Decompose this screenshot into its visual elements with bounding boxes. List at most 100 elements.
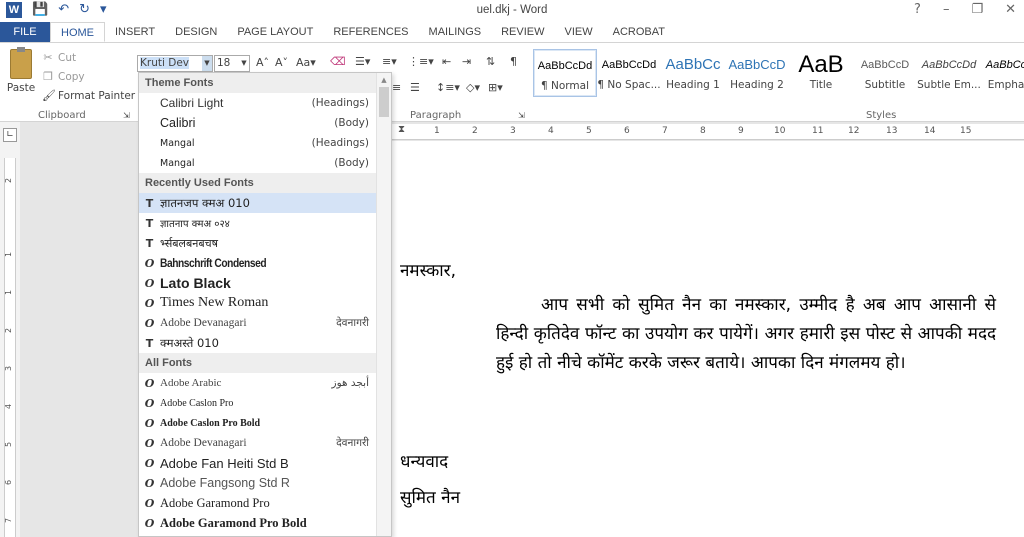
tab-references[interactable]: REFERENCES bbox=[323, 22, 418, 42]
document-page[interactable]: नमस्कार, आप सभी को सुमित नैन का नमस्कार,… bbox=[392, 141, 1024, 537]
minimize-icon[interactable]: – bbox=[943, 2, 950, 17]
tab-home[interactable]: HOME bbox=[50, 22, 105, 42]
font-option-lato-black[interactable]: O Lato Black bbox=[139, 273, 391, 293]
numbering-icon[interactable]: ≡▾ bbox=[382, 55, 397, 68]
style-sample: AaBbCcD bbox=[860, 59, 910, 71]
style-subtitle[interactable]: AaBbCcD Subtitle bbox=[853, 49, 917, 97]
copy-icon: ❐ bbox=[43, 70, 53, 83]
font-option-adobe-caslon-pro-bold[interactable]: O Adobe Caslon Pro Bold bbox=[139, 413, 391, 433]
dialog-launcher-icon[interactable]: ⇲ bbox=[123, 111, 130, 120]
ruler-number: 1 bbox=[4, 251, 14, 258]
font-option-mangal-body[interactable]: Mangal (Body) bbox=[139, 153, 391, 173]
align-left-icon[interactable]: ≡ bbox=[392, 81, 401, 94]
help-icon[interactable]: ? bbox=[914, 2, 921, 17]
dialog-launcher-icon[interactable]: ⇲ bbox=[518, 111, 525, 120]
format-painter-button[interactable]: 🖌 Format Painter bbox=[42, 89, 135, 102]
shading-icon[interactable]: ◇▾ bbox=[466, 81, 480, 94]
sort-icon[interactable]: ⇅ bbox=[486, 55, 495, 68]
tab-mailings[interactable]: MAILINGS bbox=[419, 22, 492, 42]
font-name-box[interactable]: Kruti Dev 010 ▼ bbox=[137, 55, 213, 84]
tab-insert[interactable]: INSERT bbox=[105, 22, 165, 42]
font-option-adobe-caslon-pro[interactable]: O Adobe Caslon Pro bbox=[139, 393, 391, 413]
doc-body-text: आप सभी को सुमित नैन का नमस्कार, उम्मीद ह… bbox=[496, 295, 996, 373]
opentype-icon: O bbox=[144, 256, 155, 270]
ruler-number: 9 bbox=[738, 126, 744, 136]
multilevel-list-icon[interactable]: ⋮≡▾ bbox=[408, 55, 434, 68]
tab-file[interactable]: FILE bbox=[0, 22, 50, 42]
horizontal-ruler: ⧗ 1 2 3 4 5 6 7 8 9 10 11 12 13 14 15 bbox=[392, 124, 1024, 140]
font-option-adobe-arabic[interactable]: O Adobe Arabic أبجد هوز bbox=[139, 373, 391, 393]
truetype-icon: T bbox=[145, 216, 154, 230]
dropdown-scrollbar[interactable]: ▲ bbox=[376, 73, 391, 536]
show-formatting-icon[interactable]: ¶ bbox=[510, 55, 517, 68]
close-icon[interactable]: ✕ bbox=[1005, 2, 1016, 17]
bullets-icon[interactable]: ☰▾ bbox=[355, 55, 370, 68]
restore-icon[interactable]: ❐ bbox=[971, 2, 983, 17]
line-spacing-icon[interactable]: ↕≡▾ bbox=[436, 81, 460, 94]
tab-selector-button[interactable]: ∟ bbox=[3, 128, 17, 142]
font-option-tag: देवनागरी bbox=[336, 437, 369, 449]
tab-review[interactable]: REVIEW bbox=[491, 22, 554, 42]
style-sample: AaBbCcDd bbox=[537, 60, 593, 72]
font-option-times-new-roman[interactable]: O Times New Roman bbox=[139, 293, 391, 313]
scrollbar-thumb[interactable] bbox=[379, 87, 389, 117]
ruler-number: 4 bbox=[548, 126, 554, 136]
change-case-icon[interactable]: Aa▾ bbox=[296, 56, 316, 69]
doc-greeting: नमस्कार, bbox=[400, 261, 457, 281]
style-emphasis[interactable]: AaBbCcDd Emphasis bbox=[981, 49, 1024, 97]
tab-view[interactable]: VIEW bbox=[555, 22, 603, 42]
paste-button[interactable]: Paste bbox=[6, 47, 36, 94]
style-name: Heading 2 bbox=[730, 79, 784, 91]
font-option-mangal-headings[interactable]: Mangal (Headings) bbox=[139, 133, 391, 153]
font-option-adobe-devanagari[interactable]: O Adobe Devanagari देवनागरी bbox=[139, 313, 391, 333]
font-option-adobe-fangsong[interactable]: O Adobe Fangsong Std R bbox=[139, 473, 391, 493]
style-title[interactable]: AaB Title bbox=[789, 49, 853, 97]
decrease-indent-icon[interactable]: ⇤ bbox=[442, 55, 451, 68]
chevron-down-icon[interactable]: ▼ bbox=[202, 56, 212, 71]
font-option-recent[interactable]: T क्मअस्ते 010 bbox=[139, 333, 391, 353]
font-option-label: Adobe Fangsong Std R bbox=[160, 476, 290, 490]
font-option-calibri[interactable]: Calibri (Body) bbox=[139, 113, 391, 133]
style-normal[interactable]: AaBbCcDd ¶ Normal bbox=[533, 49, 597, 97]
font-size-box[interactable]: 18 ▼ bbox=[214, 55, 250, 72]
indent-marker-icon[interactable]: ⧗ bbox=[398, 124, 405, 135]
format-painter-label: Format Painter bbox=[58, 89, 136, 102]
opentype-icon: O bbox=[144, 436, 155, 450]
copy-button[interactable]: ❐ Copy bbox=[42, 70, 85, 83]
scroll-up-icon[interactable]: ▲ bbox=[377, 73, 391, 87]
doc-body-paragraph: आप सभी को सुमित नैन का नमस्कार, उम्मीद ह… bbox=[496, 291, 996, 378]
style-heading-1[interactable]: AaBbCc Heading 1 bbox=[661, 49, 725, 97]
grow-font-icon[interactable]: A˄ bbox=[256, 56, 269, 69]
font-option-tag: (Body) bbox=[334, 117, 369, 129]
chevron-down-icon[interactable]: ▼ bbox=[239, 56, 249, 71]
font-option-adobe-devanagari-2[interactable]: O Adobe Devanagari देवनागरी bbox=[139, 433, 391, 453]
tab-page-layout[interactable]: PAGE LAYOUT bbox=[227, 22, 323, 42]
tab-acrobat[interactable]: ACROBAT bbox=[603, 22, 675, 42]
font-option-recent[interactable]: T ज्ञातनजप क्मअ 010 bbox=[139, 193, 391, 213]
style-no-spacing[interactable]: AaBbCcDd ¶ No Spac... bbox=[597, 49, 661, 97]
cut-label: Cut bbox=[58, 51, 77, 64]
opentype-icon: O bbox=[144, 496, 155, 510]
truetype-icon: T bbox=[145, 336, 154, 350]
ruler-number: 10 bbox=[774, 126, 786, 136]
cut-button[interactable]: ✂ Cut bbox=[42, 51, 76, 64]
font-option-label: र्भ्सबलबनबचष bbox=[160, 236, 219, 250]
borders-icon[interactable]: ⊞▾ bbox=[488, 81, 503, 94]
font-option-recent[interactable]: T ज्ञातनाप क्मअ ०२४ bbox=[139, 213, 391, 233]
font-option-calibri-light[interactable]: Calibri Light (Headings) bbox=[139, 93, 391, 113]
font-option-adobe-garamond-pro-bold[interactable]: O Adobe Garamond Pro Bold bbox=[139, 513, 391, 533]
style-sample: AaB bbox=[798, 53, 844, 78]
font-option-adobe-fan-heiti[interactable]: O Adobe Fan Heiti Std B bbox=[139, 453, 391, 473]
clear-formatting-icon[interactable]: ⌫ bbox=[330, 55, 346, 68]
justify-icon[interactable]: ☰ bbox=[410, 81, 420, 94]
ruler-number: 3 bbox=[4, 365, 14, 372]
style-heading-2[interactable]: AaBbCcD Heading 2 bbox=[725, 49, 789, 97]
font-option-label: Bahnschrift Condensed bbox=[160, 256, 267, 270]
font-option-recent[interactable]: T र्भ्सबलबनबचष bbox=[139, 233, 391, 253]
shrink-font-icon[interactable]: A˅ bbox=[275, 56, 288, 69]
font-option-bahnschrift-condensed[interactable]: O Bahnschrift Condensed bbox=[139, 253, 391, 273]
font-option-adobe-garamond-pro[interactable]: O Adobe Garamond Pro bbox=[139, 493, 391, 513]
style-subtle-emphasis[interactable]: AaBbCcDd Subtle Em... bbox=[917, 49, 981, 97]
tab-design[interactable]: DESIGN bbox=[165, 22, 227, 42]
increase-indent-icon[interactable]: ⇥ bbox=[462, 55, 471, 68]
